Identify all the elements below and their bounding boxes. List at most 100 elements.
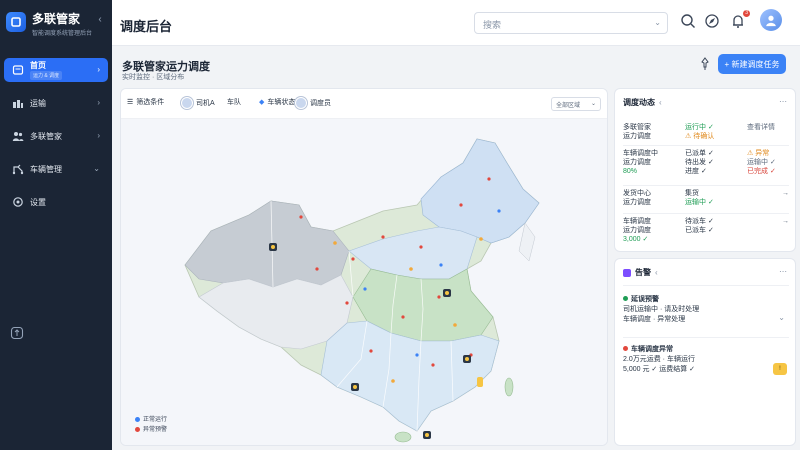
avatar — [295, 97, 307, 109]
sidebar-item-home[interactable]: 首页 运力 & 调度 › — [4, 58, 108, 82]
filter-chip[interactable]: ☰ 筛选条件 — [127, 97, 164, 107]
row-value: 3,000 ✓ — [623, 236, 649, 243]
chevron-down-icon[interactable]: ⌄ — [778, 313, 785, 322]
sidebar-item-vehicles[interactable]: 车辆管理 ⌄ — [4, 157, 108, 181]
dispatch-pin — [477, 377, 483, 387]
row-sub: 运力调度 — [623, 133, 651, 140]
dispatch-row[interactable]: 车辆调度 运力调度 3,000 ✓ 待派车 ✓ 已派车 ✓ → — [623, 217, 789, 247]
main-subtitle: 实时监控 · 区域分布 — [122, 74, 185, 81]
sidebar-item-label: 设置 — [30, 197, 46, 207]
arrow-right-icon[interactable]: → — [747, 189, 789, 198]
notification-badge: 3 — [743, 10, 750, 17]
map-toolbar: ☰ 筛选条件 司机A 车队 ◆ 车辆状态 调度员 全部区域 ⌄ — [121, 89, 607, 119]
alert-marker — [487, 177, 491, 181]
divider — [623, 337, 789, 338]
row-title: 车辆调度中 — [623, 150, 658, 157]
page-heading: 调度后台 — [120, 19, 173, 34]
users-icon — [12, 130, 24, 142]
row-status: 运行中 ✓ — [685, 124, 714, 131]
map-legend: 正常运行 异常预警 — [135, 415, 167, 435]
logo-icon — [6, 12, 26, 32]
alert-line: 车辆调度 · 异常处理 — [623, 316, 686, 323]
filter-label: 筛选条件 — [136, 99, 165, 106]
dispatcher-chip[interactable]: 调度员 — [295, 97, 331, 109]
sidebar-item-users[interactable]: 多联管家 › — [4, 124, 108, 148]
warning-badge[interactable]: ! — [773, 363, 787, 375]
chevron-left-icon[interactable]: ‹ — [659, 98, 662, 107]
divider — [623, 285, 789, 286]
map-island-taiwan — [504, 377, 514, 397]
row-sub: 运力调度 — [623, 199, 651, 206]
avatar[interactable] — [760, 9, 782, 31]
row-status-2: 待出发 ✓ — [685, 159, 714, 166]
warning-marker — [333, 241, 337, 245]
brand-subtitle: 智能调度系统管理后台 — [32, 31, 93, 37]
driver-label: 司机A — [196, 100, 215, 107]
alert-line: 司机运输中 · 请及时处理 — [623, 306, 700, 313]
search-icon[interactable] — [680, 13, 696, 29]
alert-title-text: 延误预警 — [631, 296, 659, 303]
normal-marker — [415, 353, 419, 357]
china-map[interactable] — [121, 119, 608, 446]
row-flag: ⚠ 异常 — [747, 150, 770, 157]
collapse-sidebar-icon[interactable]: ‹ — [94, 14, 106, 26]
compass-icon[interactable] — [704, 13, 720, 29]
sidebar-item-settings[interactable]: 设置 — [4, 190, 108, 214]
help-icon[interactable] — [10, 326, 24, 340]
more-icon[interactable]: ⋯ — [779, 267, 787, 276]
alert-marker — [369, 349, 373, 353]
row-status-2: ⚠ 待确认 — [685, 133, 715, 140]
row-sub: 运力调度 — [623, 159, 651, 166]
alert-marker — [315, 267, 319, 271]
sidebar-item-label: 运输 — [30, 98, 46, 108]
dispatch-panel-title: 调度动态 ‹ — [623, 97, 662, 108]
dispatch-row[interactable]: 发货中心 运力调度 集货 运输中 ✓ → — [623, 189, 789, 219]
chevron-right-icon: › — [97, 131, 100, 140]
legend-label: 正常运行 — [143, 417, 168, 423]
row-status-3: 进度 ✓ — [685, 168, 707, 175]
sidebar-item-transport[interactable]: 运输 › — [4, 91, 108, 115]
fleet-chip[interactable]: 车队 — [227, 97, 241, 107]
sidebar-item-label: 车辆管理 — [30, 164, 62, 174]
legend-dot — [135, 416, 140, 422]
row-action[interactable]: 查看详情 — [747, 123, 789, 132]
bell-icon[interactable]: 3 — [730, 10, 750, 29]
alert-marker — [419, 245, 423, 249]
alert-marker — [401, 315, 405, 319]
normal-marker — [439, 263, 443, 267]
normal-marker — [497, 209, 501, 213]
divider — [623, 185, 789, 186]
dispatch-panel: 调度动态 ‹ ⋯ 多联管家 运力调度 运行中 ✓ ⚠ 待确认 查看详情 车辆调度中运… — [614, 88, 796, 252]
alert-item[interactable]: 车辆调度异常 2.0万元运费 · 车辆运行 5,000 元 ✓ 运费结算 ✓ — [623, 345, 789, 375]
normal-marker — [363, 287, 367, 291]
dispatch-row[interactable]: 车辆调度中 运力调度 80% 已派单 ✓ 待出发 ✓ 进度 ✓ ⚠ 异常 运输中 ✓ 已完成… — [623, 149, 789, 181]
sidebar-item-label: 首页 — [30, 60, 46, 70]
alert-item[interactable]: 延误预警 司机运输中 · 请及时处理 车辆调度 · 异常处理 — [623, 295, 789, 325]
row-status-2: 运输中 ✓ — [685, 199, 714, 206]
region-select[interactable]: 全部区域 ⌄ — [551, 97, 601, 111]
search-placeholder: 搜索 — [483, 20, 502, 30]
sidebar-nav: 首页 运力 & 调度 › 运输 › 多联管家 › 车辆管理 ⌄ 设置 — [0, 58, 112, 223]
dispatch-pin — [423, 431, 431, 439]
brand-title: 多联管家 — [32, 12, 81, 26]
new-dispatch-button[interactable]: + 新建调度任务 — [718, 54, 786, 74]
pin-icon[interactable] — [698, 57, 712, 71]
chevron-right-icon: › — [97, 98, 100, 107]
sidebar-item-label: 多联管家 — [30, 131, 62, 141]
sidebar-item-sublabel: 运力 & 调度 — [30, 70, 63, 80]
chevron-left-icon[interactable]: ‹ — [655, 268, 658, 277]
status-chip[interactable]: ◆ 车辆状态 — [259, 97, 295, 107]
dispatcher-label: 调度员 — [310, 100, 331, 107]
diamond-icon: ◆ — [259, 99, 265, 106]
more-icon[interactable]: ⋯ — [779, 97, 787, 106]
arrow-right-icon[interactable]: → — [747, 217, 789, 226]
alert-marker — [437, 295, 441, 299]
row-title: 多联管家 — [623, 124, 651, 131]
alert-marker — [459, 203, 463, 207]
chevron-down-icon: ⌄ — [590, 101, 596, 107]
alert-marker — [345, 301, 349, 305]
driver-chip[interactable]: 司机A — [181, 97, 215, 109]
top-bar: 调度后台 搜索 ⌄ 3 — [112, 0, 800, 46]
search-input[interactable]: 搜索 ⌄ — [474, 12, 668, 34]
alert-marker — [299, 215, 303, 219]
